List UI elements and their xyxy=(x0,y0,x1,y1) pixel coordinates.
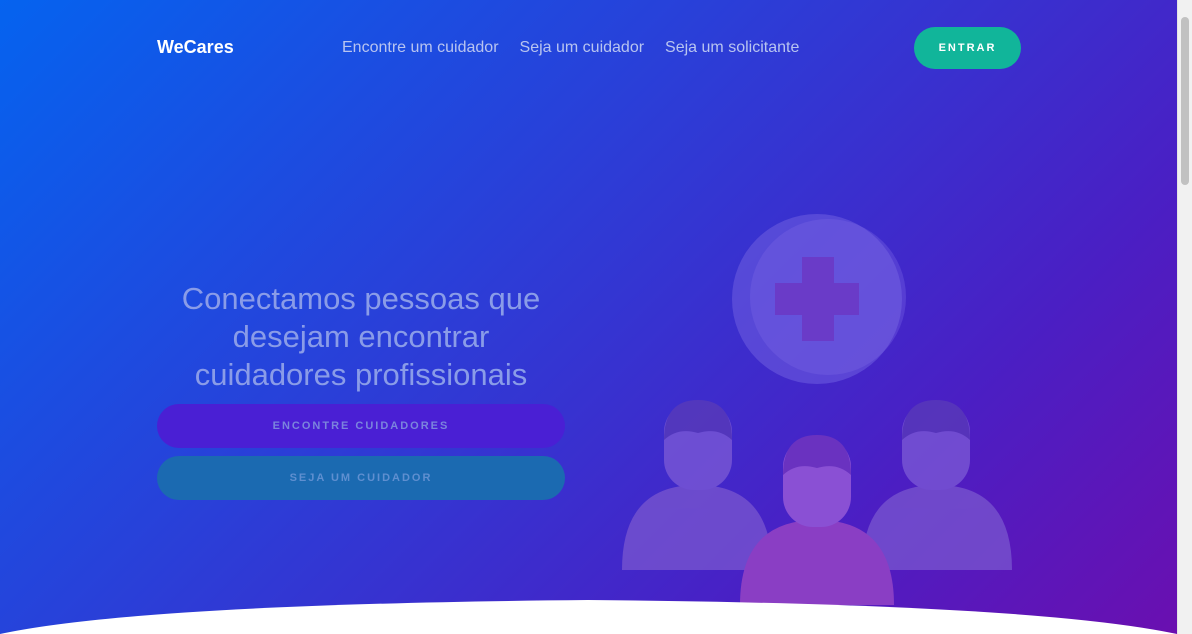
nav-find-caregiver[interactable]: Encontre um cuidador xyxy=(342,39,499,57)
main-nav: Encontre um cuidador Seja um cuidador Se… xyxy=(342,39,799,57)
vertical-scrollbar[interactable] xyxy=(1177,0,1192,634)
person-center xyxy=(740,435,894,605)
find-caregivers-button[interactable]: ENCONTRE CUIDADORES xyxy=(157,404,565,448)
person-right xyxy=(862,400,1012,570)
hero-section: WeCares Encontre um cuidador Seja um cui… xyxy=(0,0,1177,634)
nav-become-caregiver[interactable]: Seja um cuidador xyxy=(520,39,645,57)
person-left xyxy=(622,400,772,570)
nav-become-requester[interactable]: Seja um solicitante xyxy=(665,39,799,57)
login-button[interactable]: ENTRAR xyxy=(914,27,1021,69)
brand-logo[interactable]: WeCares xyxy=(157,37,234,58)
become-caregiver-button[interactable]: SEJA UM CUIDADOR xyxy=(157,456,565,500)
scrollbar-thumb[interactable] xyxy=(1181,17,1189,185)
people-illustration xyxy=(622,214,1012,605)
hero-bottom-wave xyxy=(0,600,1177,634)
hero-headline: Conectamos pessoas que desejam encontrar… xyxy=(181,281,541,392)
medical-cross-icon xyxy=(732,214,906,384)
